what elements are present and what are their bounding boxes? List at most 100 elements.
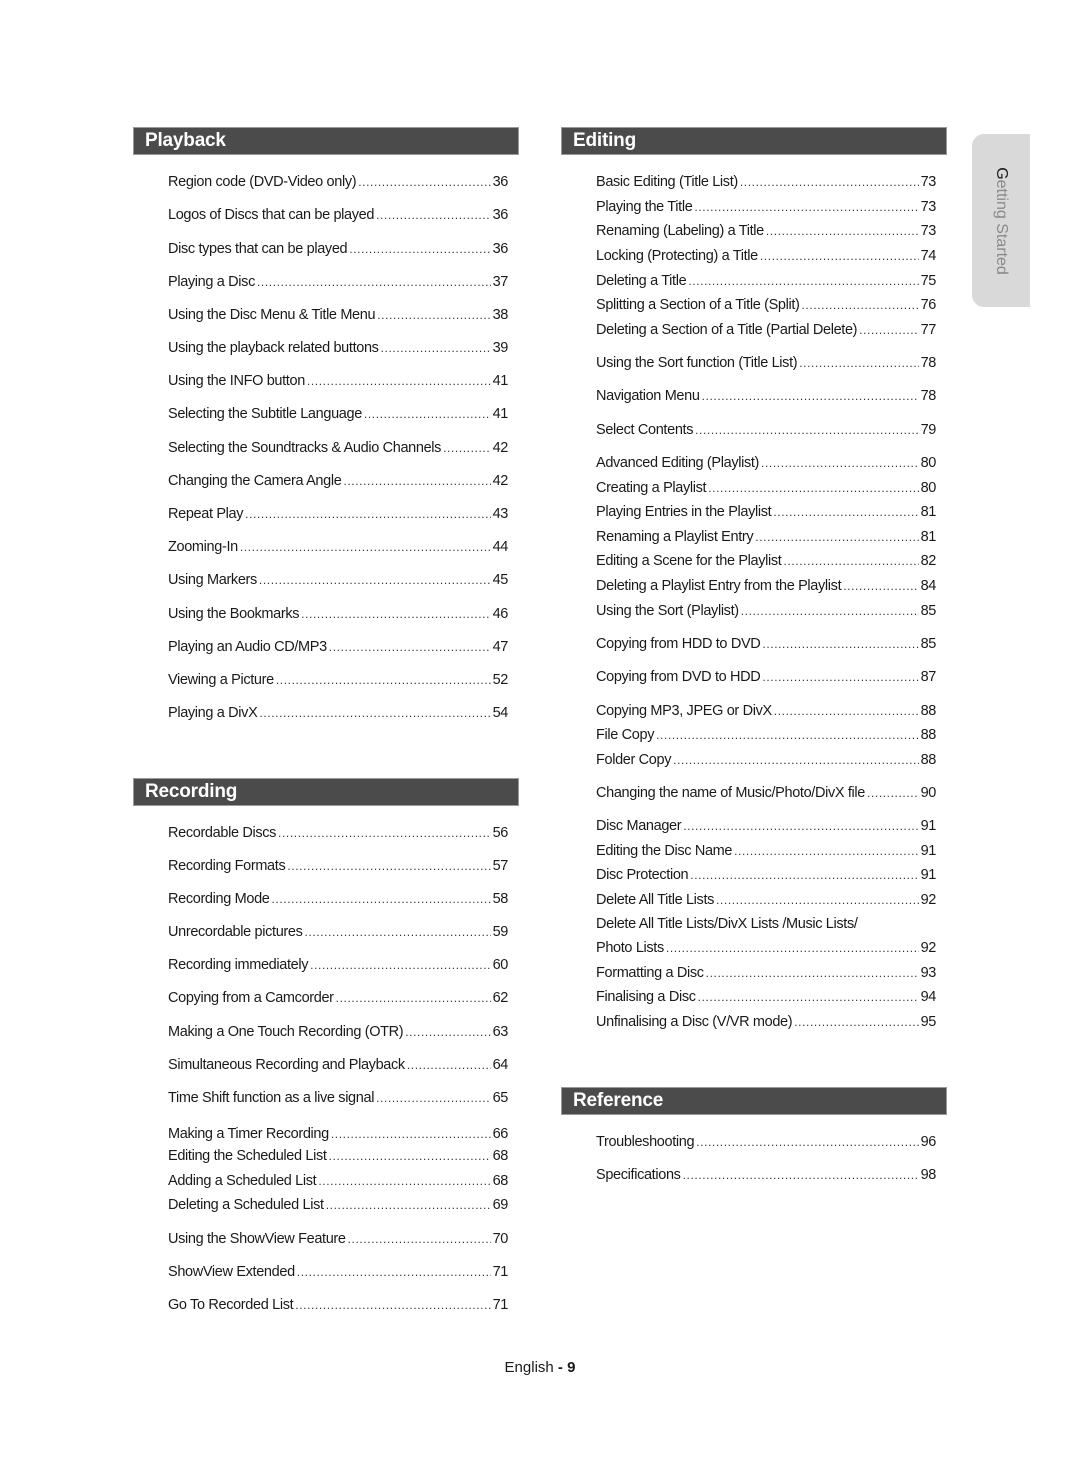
toc-entry-title: Time Shift function as a live signal [168, 1090, 375, 1106]
toc-entry[interactable]: Creating a Playlist 80 [596, 480, 936, 500]
toc-entry[interactable]: Navigation Menu 78 [596, 388, 936, 408]
toc-entry-title: Splitting a Section of a Title (Split) [596, 297, 800, 313]
toc-entry[interactable]: Recording Mode 58 [168, 891, 508, 911]
toc-entry-page: 79 [920, 422, 937, 438]
toc-entry[interactable]: Zooming-In 44 [168, 539, 508, 559]
toc-entry-page: 44 [492, 539, 509, 555]
toc-entry-title: Using Markers [168, 572, 257, 588]
toc-entry[interactable]: Basic Editing (Title List) 73 [596, 174, 936, 194]
toc-entry[interactable]: Finalising a Disc 94 [596, 989, 936, 1009]
toc-entry[interactable]: Changing the Camera Angle 42 [168, 473, 508, 493]
toc-entry-title: Deleting a Section of a Title (Partial D… [596, 322, 858, 338]
dot-leader [295, 1298, 490, 1312]
toc-entry[interactable]: Using the Sort function (Title List) 78 [596, 355, 936, 375]
dot-leader [259, 573, 491, 587]
toc-entry[interactable]: Making a One Touch Recording (OTR) 63 [168, 1024, 508, 1044]
toc-entry[interactable]: Using the Disc Menu & Title Menu 38 [168, 307, 508, 327]
toc-entry[interactable]: Selecting the Subtitle Language 41 [168, 406, 508, 426]
toc-entry[interactable]: Go To Recorded List 71 [168, 1297, 508, 1317]
toc-entry-page: 71 [492, 1264, 509, 1280]
toc-entry[interactable]: Using the Sort (Playlist) 85 [596, 603, 936, 623]
toc-entry-page: 74 [920, 248, 937, 264]
toc-entry[interactable]: Playing a Disc 37 [168, 274, 508, 294]
toc-entry[interactable]: Splitting a Section of a Title (Split) 76 [596, 297, 936, 317]
dot-leader [297, 1265, 491, 1279]
toc-entry[interactable]: Playing a DivX 54 [168, 705, 508, 725]
toc-entry-title: Unrecordable pictures [168, 924, 303, 940]
toc-entry-title: Making a One Touch Recording (OTR) [168, 1024, 404, 1040]
toc-entry-title: Using the Disc Menu & Title Menu [168, 307, 376, 323]
toc-entry[interactable]: Using the playback related buttons 39 [168, 340, 508, 360]
toc-entry[interactable]: Photo Lists 92 [596, 940, 936, 960]
toc-entry[interactable]: Time Shift function as a live signal 65 [168, 1090, 508, 1110]
toc-entry[interactable]: Recording Formats 57 [168, 858, 508, 878]
toc-entry[interactable]: Copying from HDD to DVD 85 [596, 636, 936, 656]
toc-entry[interactable]: Logos of Discs that can be played 36 [168, 207, 508, 227]
section-header-reference: Reference [561, 1087, 947, 1115]
toc-entry[interactable]: File Copy 88 [596, 727, 936, 747]
toc-entry[interactable]: Renaming a Playlist Entry 81 [596, 529, 936, 549]
toc-entry[interactable]: Specifications 98 [596, 1167, 936, 1187]
toc-entry[interactable]: Playing an Audio CD/MP3 47 [168, 639, 508, 659]
toc-entry[interactable]: Copying from a Camcorder 62 [168, 990, 508, 1010]
toc-entry[interactable]: Simultaneous Recording and Playback 64 [168, 1057, 508, 1077]
toc-entry[interactable]: Selecting the Soundtracks & Audio Channe… [168, 440, 508, 460]
toc-entry[interactable]: Recordable Discs 56 [168, 825, 508, 845]
toc-entry[interactable]: Repeat Play 43 [168, 506, 508, 526]
dot-leader [802, 298, 919, 312]
toc-entry[interactable]: Disc Manager 91 [596, 818, 936, 838]
toc-entry[interactable]: Using the Bookmarks 46 [168, 606, 508, 626]
toc-entry-title: Using the Bookmarks [168, 606, 300, 622]
toc-entry[interactable]: Region code (DVD-Video only) 36 [168, 174, 508, 194]
toc-entry[interactable]: Disc Protection 91 [596, 867, 936, 887]
getting-started-tab[interactable]: Getting Started [972, 134, 1030, 307]
toc-entry-title: Formatting a Disc [596, 965, 704, 981]
toc-entry[interactable]: Editing the Scheduled List 68 [168, 1148, 508, 1168]
toc-entry-title: Disc types that can be played [168, 241, 348, 257]
dot-leader [761, 456, 919, 470]
toc-entry[interactable]: Playing the Title 73 [596, 199, 936, 219]
section-title: Reference [573, 1090, 664, 1111]
toc-entry[interactable]: Playing Entries in the Playlist 81 [596, 504, 936, 524]
toc-entry-page: 88 [920, 703, 937, 719]
dot-leader [259, 706, 490, 720]
toc-entry[interactable]: Disc types that can be played 36 [168, 241, 508, 261]
toc-entry[interactable]: Delete All Title Lists/DivX Lists /Music… [596, 916, 936, 936]
toc-entry[interactable]: Making a Timer Recording 66 [168, 1126, 508, 1146]
toc-entry-title: Logos of Discs that can be played [168, 207, 375, 223]
toc-entry[interactable]: Using the INFO button 41 [168, 373, 508, 393]
toc-entry[interactable]: Deleting a Section of a Title (Partial D… [596, 322, 936, 342]
toc-entry-title: Disc Manager [596, 818, 682, 834]
section-title: Editing [573, 130, 636, 151]
toc-entry[interactable]: Delete All Title Lists 92 [596, 892, 936, 912]
dot-leader [376, 208, 490, 222]
toc-entry[interactable]: Deleting a Playlist Entry from the Playl… [596, 578, 936, 598]
dot-leader [272, 892, 491, 906]
toc-entry-title: Unfinalising a Disc (V/VR mode) [596, 1014, 793, 1030]
toc-entry-page: 63 [492, 1024, 509, 1040]
toc-entry[interactable]: Adding a Scheduled List 68 [168, 1173, 508, 1193]
toc-entry[interactable]: Renaming (Labeling) a Title 73 [596, 223, 936, 243]
toc-entry[interactable]: Copying MP3, JPEG or DivX 88 [596, 703, 936, 723]
toc-entry[interactable]: Using the ShowView Feature 70 [168, 1231, 508, 1251]
toc-entry[interactable]: Changing the name of Music/Photo/DivX fi… [596, 785, 936, 805]
toc-entry[interactable]: Copying from DVD to HDD 87 [596, 669, 936, 689]
toc-entry[interactable]: Advanced Editing (Playlist) 80 [596, 455, 936, 475]
toc-entry[interactable]: Unfinalising a Disc (V/VR mode) 95 [596, 1014, 936, 1034]
toc-entry[interactable]: Deleting a Scheduled List 69 [168, 1197, 508, 1217]
toc-entry[interactable]: Viewing a Picture 52 [168, 672, 508, 692]
toc-entry[interactable]: Recording immediately 60 [168, 957, 508, 977]
toc-entry[interactable]: Editing a Scene for the Playlist 82 [596, 553, 936, 573]
toc-entry[interactable]: ShowView Extended 71 [168, 1264, 508, 1284]
toc-entry[interactable]: Troubleshooting 96 [596, 1134, 936, 1154]
toc-entry[interactable]: Formatting a Disc 93 [596, 965, 936, 985]
toc-entry[interactable]: Select Contents 79 [596, 422, 936, 442]
toc-entry[interactable]: Editing the Disc Name 91 [596, 843, 936, 863]
toc-entry[interactable]: Using Markers 45 [168, 572, 508, 592]
toc-entry[interactable]: Unrecordable pictures 59 [168, 924, 508, 944]
toc-entry[interactable]: Deleting a Title 75 [596, 273, 936, 293]
toc-entry[interactable]: Folder Copy 88 [596, 752, 936, 772]
toc-entry-title: Renaming a Playlist Entry [596, 529, 754, 545]
toc-entry[interactable]: Locking (Protecting) a Title 74 [596, 248, 936, 268]
dot-leader [305, 925, 491, 939]
